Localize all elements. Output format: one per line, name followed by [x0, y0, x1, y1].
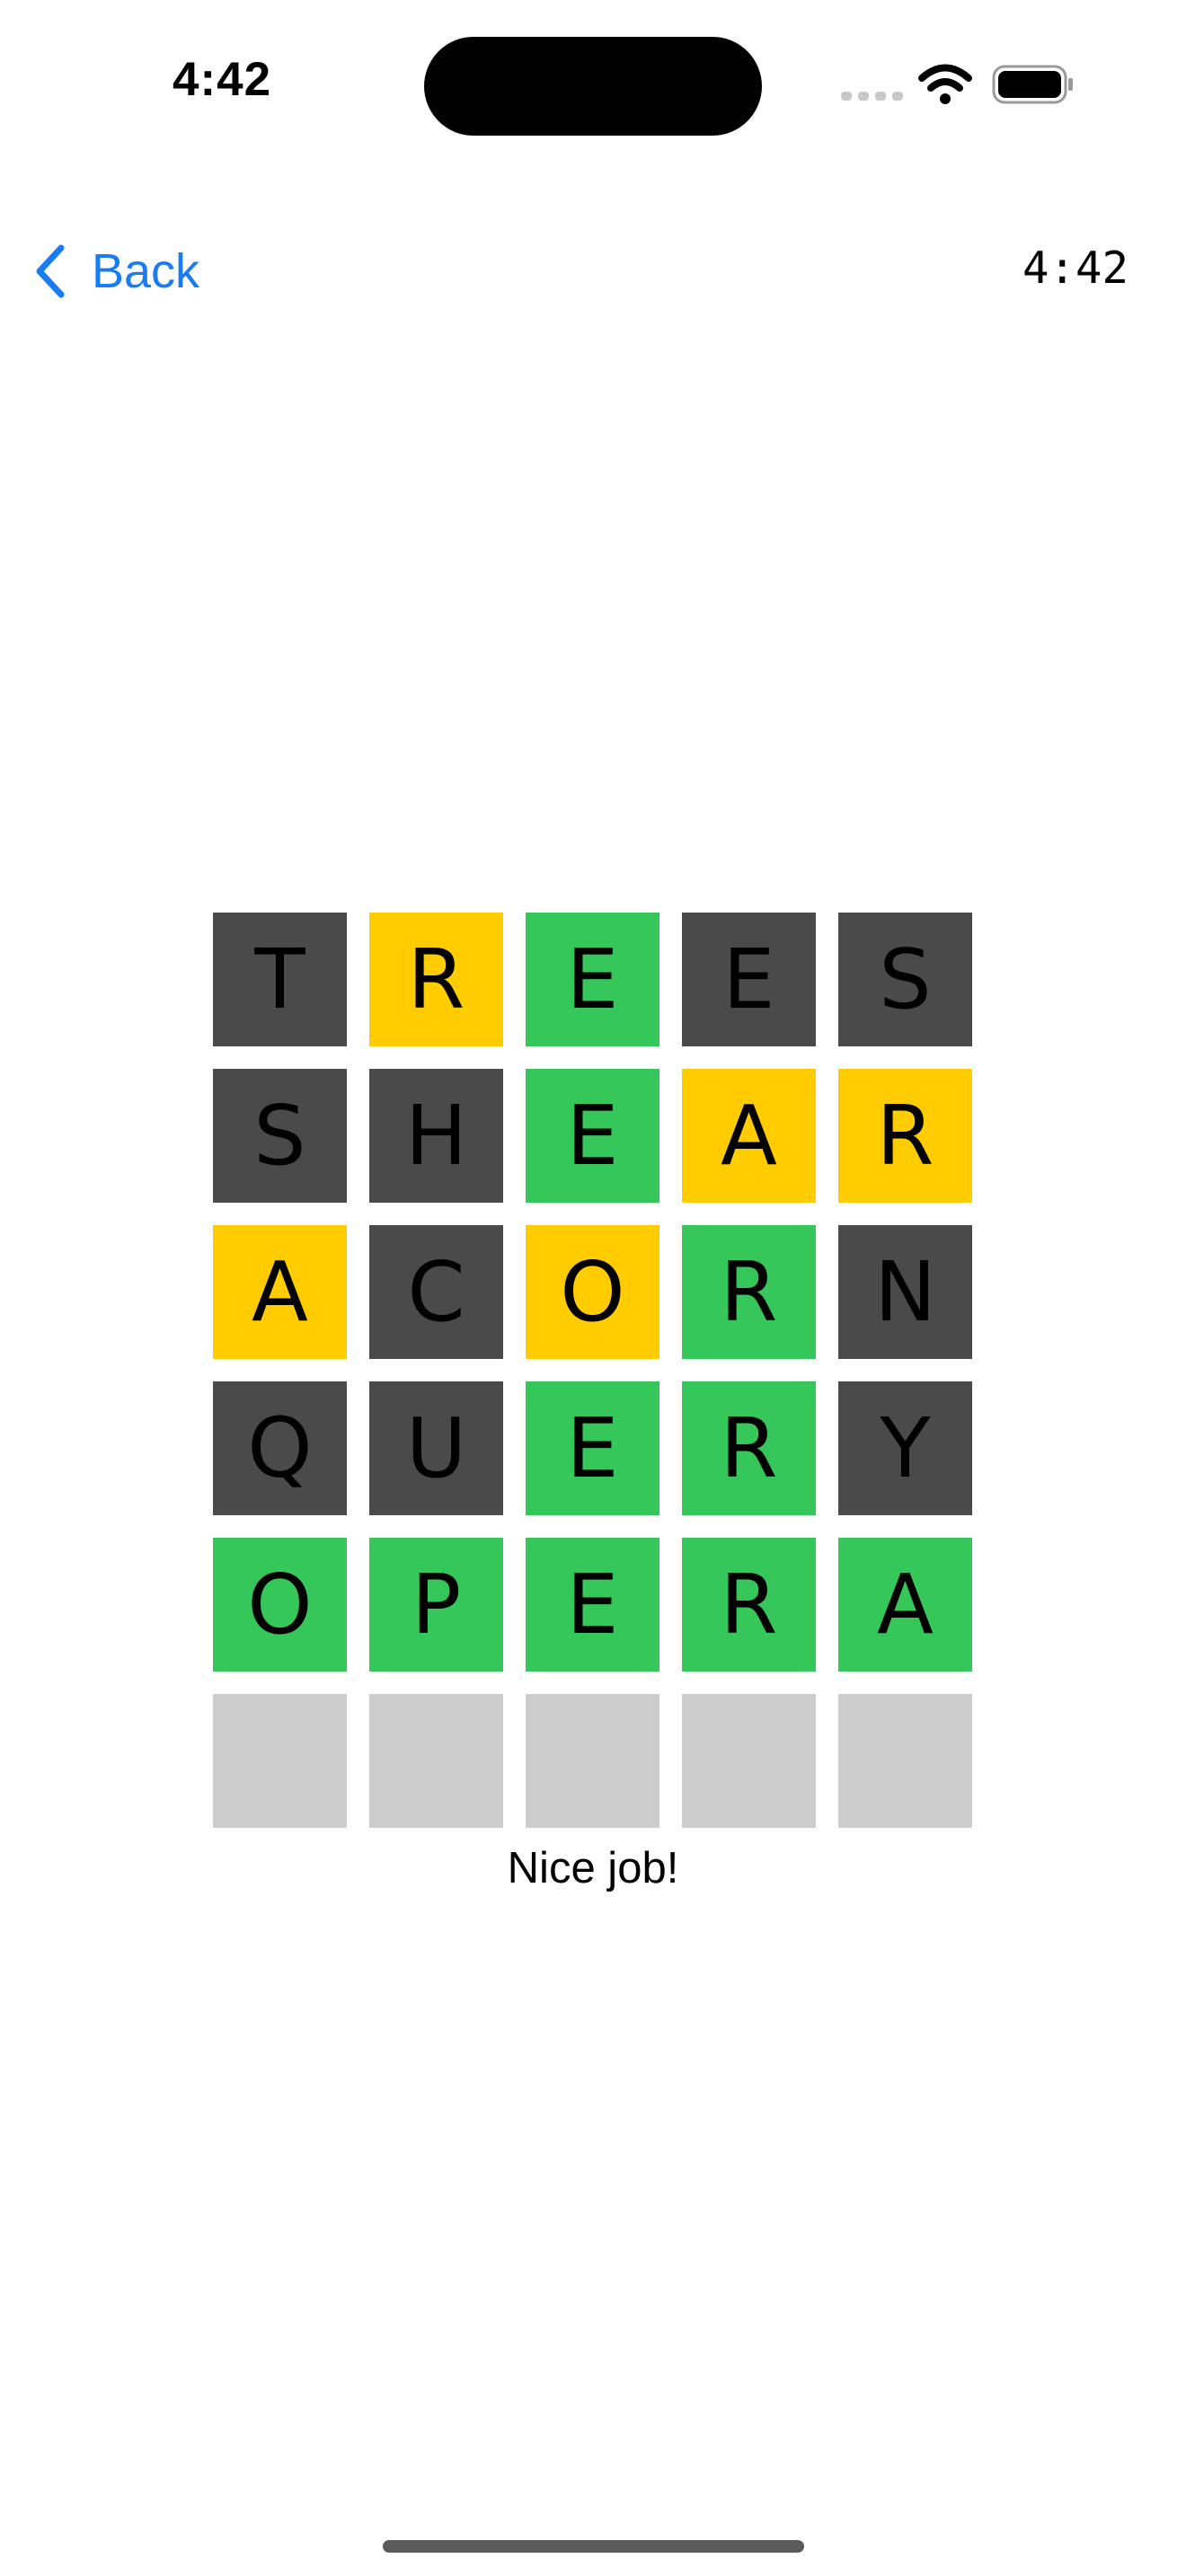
dynamic-island	[424, 37, 762, 136]
home-indicator[interactable]	[383, 2540, 804, 2553]
empty-tile	[526, 1694, 659, 1828]
empty-tile	[369, 1694, 503, 1828]
wifi-icon	[918, 64, 972, 104]
letter-tile: Y	[838, 1381, 972, 1515]
letter-tile: E	[526, 913, 659, 1046]
letter-tile: U	[369, 1381, 503, 1515]
back-button[interactable]: Back	[32, 235, 199, 307]
letter-tile: T	[213, 913, 347, 1046]
empty-tile	[838, 1694, 972, 1828]
letter-tile: O	[526, 1225, 659, 1359]
cellular-signal-icon	[841, 92, 903, 101]
status-bar-time: 4:42	[173, 53, 272, 106]
game-board: T R E E S S H E A R A C O R N Q U E R Y …	[213, 913, 972, 1828]
letter-tile: S	[838, 913, 972, 1046]
result-message: Nice job!	[507, 1844, 679, 1892]
letter-tile: O	[213, 1538, 347, 1672]
letter-tile: A	[838, 1538, 972, 1672]
letter-tile: Q	[213, 1381, 347, 1515]
letter-tile: R	[682, 1225, 816, 1359]
letter-tile: A	[213, 1225, 347, 1359]
battery-icon	[992, 65, 1073, 104]
letter-tile: E	[526, 1381, 659, 1515]
letter-tile: R	[682, 1381, 816, 1515]
letter-tile: A	[682, 1069, 816, 1203]
letter-tile: P	[369, 1538, 503, 1672]
game-timer: 4:42	[1022, 243, 1128, 294]
chevron-left-icon	[36, 244, 65, 298]
letter-tile: R	[838, 1069, 972, 1203]
empty-tile	[213, 1694, 347, 1828]
letter-tile: H	[369, 1069, 503, 1203]
back-button-label: Back	[92, 244, 200, 298]
letter-tile: S	[213, 1069, 347, 1203]
letter-tile: C	[369, 1225, 503, 1359]
letter-tile: E	[682, 913, 816, 1046]
letter-tile: N	[838, 1225, 972, 1359]
empty-tile	[682, 1694, 816, 1828]
letter-tile: R	[369, 913, 503, 1046]
letter-tile: E	[526, 1538, 659, 1672]
letter-tile: E	[526, 1069, 659, 1203]
letter-tile: R	[682, 1538, 816, 1672]
